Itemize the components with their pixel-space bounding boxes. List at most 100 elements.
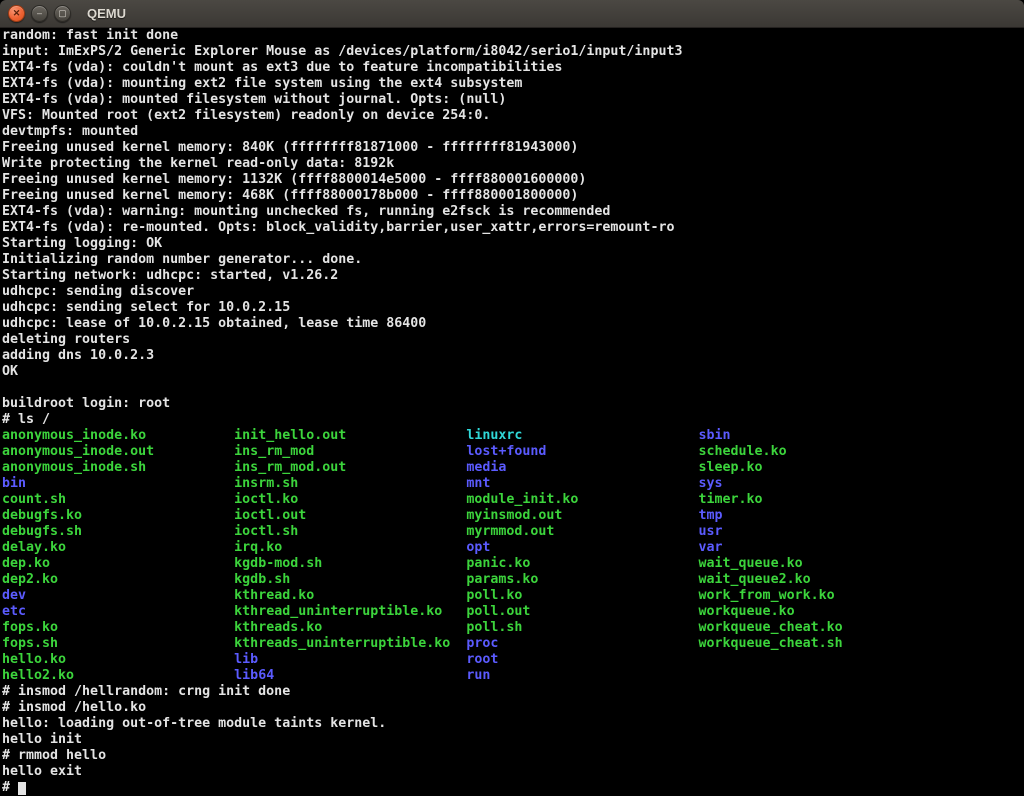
ls-output-line: hello2.ko lib64 run xyxy=(2,668,1024,684)
ls-entry: opt xyxy=(466,540,698,555)
ls-entry: irq.ko xyxy=(234,540,466,555)
ls-entry: ioctl.sh xyxy=(234,524,466,539)
terminal-cursor xyxy=(18,782,26,795)
console-line: OK xyxy=(2,364,1024,380)
ls-output-line: delay.ko irq.ko opt var xyxy=(2,540,1024,556)
console-line: EXT4-fs (vda): re-mounted. Opts: block_v… xyxy=(2,220,1024,236)
ls-entry: poll.out xyxy=(466,604,698,619)
ls-entry: media xyxy=(466,460,698,475)
ls-entry: dev xyxy=(2,588,234,603)
ls-entry: init_hello.out xyxy=(234,428,466,443)
ls-entry: kthreads_uninterruptible.ko xyxy=(234,636,466,651)
ls-entry: var xyxy=(699,540,723,555)
close-button[interactable]: ✕ xyxy=(8,5,25,22)
ls-entry: dep2.ko xyxy=(2,572,234,587)
ls-entry: dep.ko xyxy=(2,556,234,571)
ls-entry: sbin xyxy=(699,428,731,443)
ls-entry: anonymous_inode.ko xyxy=(2,428,234,443)
titlebar[interactable]: ✕ – ▢ QEMU xyxy=(0,0,1024,28)
ls-entry: insrm.sh xyxy=(234,476,466,491)
ls-entry: lib64 xyxy=(234,668,466,683)
console-line: Initializing random number generator... … xyxy=(2,252,1024,268)
ls-entry: kthread.ko xyxy=(234,588,466,603)
console-line: Starting network: udhcpc: started, v1.26… xyxy=(2,268,1024,284)
terminal-screen[interactable]: random: fast init doneinput: ImExPS/2 Ge… xyxy=(0,28,1024,796)
maximize-button[interactable]: ▢ xyxy=(54,5,71,22)
ls-entry: ins_rm_mod.out xyxy=(234,460,466,475)
ls-entry: debugfs.ko xyxy=(2,508,234,523)
console-line: EXT4-fs (vda): couldn't mount as ext3 du… xyxy=(2,60,1024,76)
ls-entry: kgdb-mod.sh xyxy=(234,556,466,571)
console-line: EXT4-fs (vda): mounted filesystem withou… xyxy=(2,92,1024,108)
minimize-button[interactable]: – xyxy=(31,5,48,22)
ls-entry: sleep.ko xyxy=(699,460,763,475)
ls-entry: schedule.ko xyxy=(699,444,787,459)
ls-output-line: hello.ko lib root xyxy=(2,652,1024,668)
console-line: random: fast init done xyxy=(2,28,1024,44)
ls-entry: delay.ko xyxy=(2,540,234,555)
ls-entry: run xyxy=(466,668,698,683)
ls-entry: hello2.ko xyxy=(2,668,234,683)
ls-entry: fops.sh xyxy=(2,636,234,651)
console-line: devtmpfs: mounted xyxy=(2,124,1024,140)
ls-entry: kthreads.ko xyxy=(234,620,466,635)
ls-output-line: dep.ko kgdb-mod.sh panic.ko wait_queue.k… xyxy=(2,556,1024,572)
ls-entry: lost+found xyxy=(466,444,698,459)
ls-entry: wait_queue.ko xyxy=(699,556,803,571)
ls-entry: hello.ko xyxy=(2,652,234,667)
ls-entry: debugfs.sh xyxy=(2,524,234,539)
console-line: # rmmod hello xyxy=(2,748,1024,764)
console-line: input: ImExPS/2 Generic Explorer Mouse a… xyxy=(2,44,1024,60)
ls-entry: kgdb.sh xyxy=(234,572,466,587)
ls-entry: count.sh xyxy=(2,492,234,507)
ls-entry: module_init.ko xyxy=(466,492,698,507)
ls-output-line: bin insrm.sh mnt sys xyxy=(2,476,1024,492)
prompt-line: # xyxy=(2,780,1024,796)
ls-entry: tmp xyxy=(699,508,723,523)
ls-output-line: debugfs.sh ioctl.sh myrmmod.out usr xyxy=(2,524,1024,540)
console-line: adding dns 10.0.2.3 xyxy=(2,348,1024,364)
ls-entry: anonymous_inode.sh xyxy=(2,460,234,475)
ls-output-line: dep2.ko kgdb.sh params.ko wait_queue2.ko xyxy=(2,572,1024,588)
console-line: VFS: Mounted root (ext2 filesystem) read… xyxy=(2,108,1024,124)
ls-entry: proc xyxy=(466,636,698,651)
console-line: buildroot login: root xyxy=(2,396,1024,412)
console-line: hello exit xyxy=(2,764,1024,780)
ls-entry: fops.ko xyxy=(2,620,234,635)
ls-entry: workqueue_cheat.sh xyxy=(699,636,843,651)
console-line: EXT4-fs (vda): warning: mounting uncheck… xyxy=(2,204,1024,220)
console-line: udhcpc: sending discover xyxy=(2,284,1024,300)
ls-entry: etc xyxy=(2,604,234,619)
ls-entry: workqueue_cheat.ko xyxy=(699,620,843,635)
ls-entry: ins_rm_mod xyxy=(234,444,466,459)
ls-entry: kthread_uninterruptible.ko xyxy=(234,604,466,619)
window-title: QEMU xyxy=(87,6,126,21)
ls-output-line: anonymous_inode.sh ins_rm_mod.out media … xyxy=(2,460,1024,476)
console-line: hello init xyxy=(2,732,1024,748)
console-line xyxy=(2,380,1024,396)
minimize-icon: – xyxy=(37,9,42,18)
ls-output-line: fops.sh kthreads_uninterruptible.ko proc… xyxy=(2,636,1024,652)
console-line: EXT4-fs (vda): mounting ext2 file system… xyxy=(2,76,1024,92)
ls-output-line: etc kthread_uninterruptible.ko poll.out … xyxy=(2,604,1024,620)
ls-entry: poll.ko xyxy=(466,588,698,603)
close-icon: ✕ xyxy=(13,9,21,18)
ls-entry: work_from_work.ko xyxy=(699,588,835,603)
ls-output-line: debugfs.ko ioctl.out myinsmod.out tmp xyxy=(2,508,1024,524)
console-line: Write protecting the kernel read-only da… xyxy=(2,156,1024,172)
qemu-window: ✕ – ▢ QEMU random: fast init doneinput: … xyxy=(0,0,1024,796)
console-line: Freeing unused kernel memory: 468K (ffff… xyxy=(2,188,1024,204)
ls-entry: lib xyxy=(234,652,466,667)
ls-output-line: anonymous_inode.ko init_hello.out linuxr… xyxy=(2,428,1024,444)
console-line: # insmod /hello.ko xyxy=(2,700,1024,716)
ls-entry: linuxrc xyxy=(466,428,698,443)
ls-entry: sys xyxy=(699,476,723,491)
ls-output-line: dev kthread.ko poll.ko work_from_work.ko xyxy=(2,588,1024,604)
ls-entry: params.ko xyxy=(466,572,698,587)
ls-entry: ioctl.out xyxy=(234,508,466,523)
ls-entry: mnt xyxy=(466,476,698,491)
console-line: # insmod /hellrandom: crng init done xyxy=(2,684,1024,700)
shell-prompt: # xyxy=(2,780,18,795)
ls-entry: root xyxy=(466,652,698,667)
console-line: deleting routers xyxy=(2,332,1024,348)
